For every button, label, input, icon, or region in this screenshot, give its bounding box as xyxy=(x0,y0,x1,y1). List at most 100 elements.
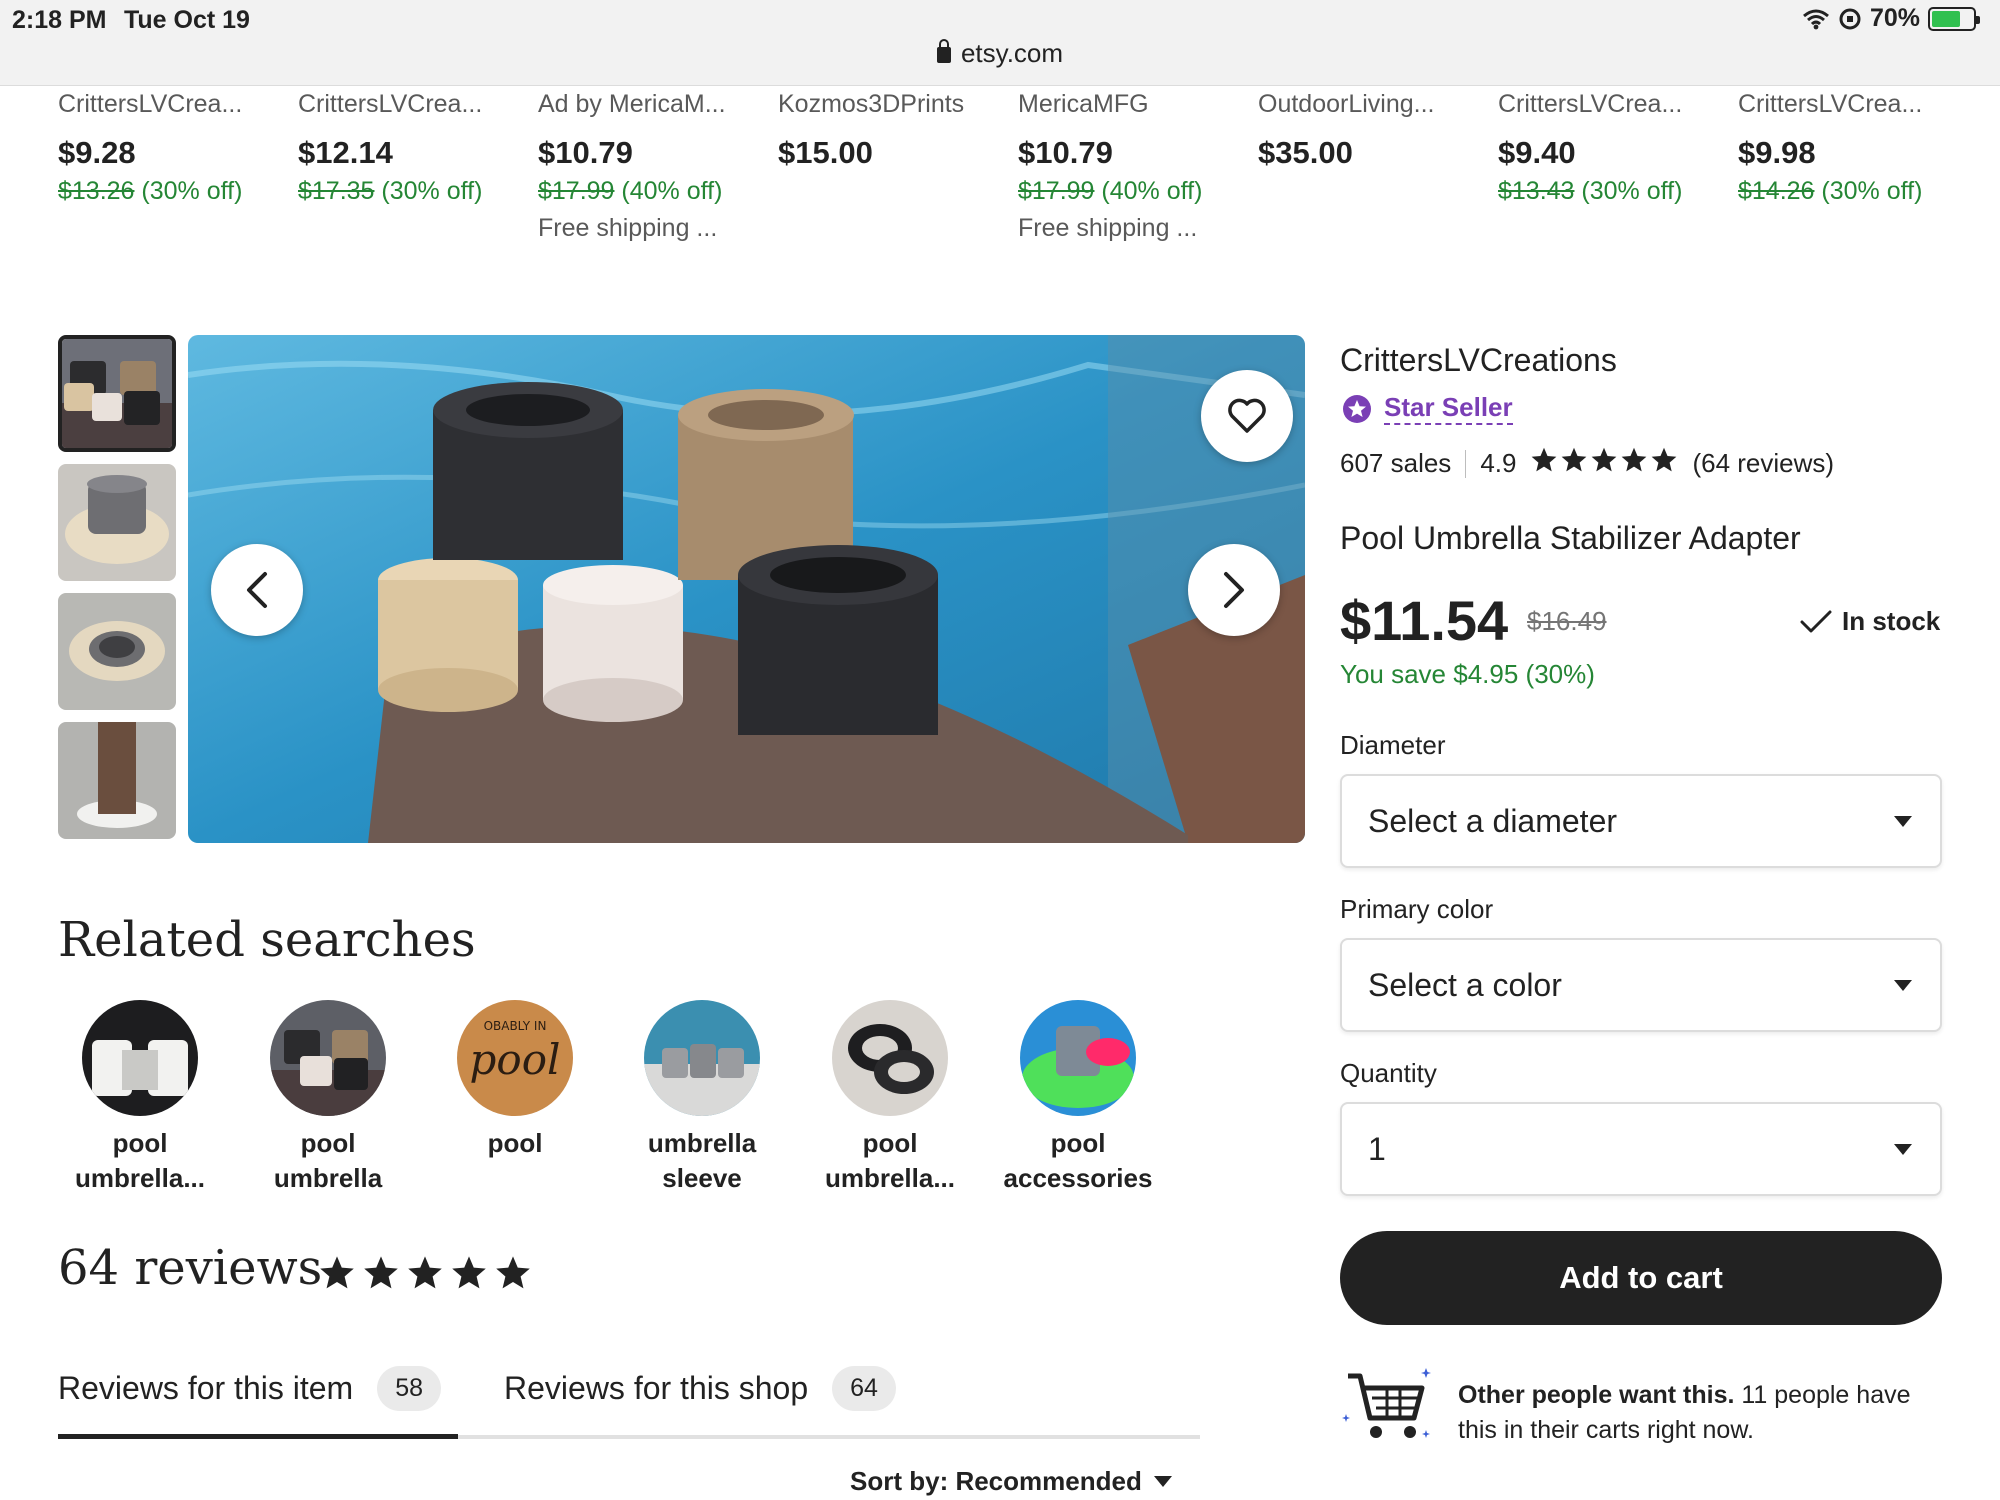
strip-discount: $17.99 (40% off) xyxy=(538,177,758,206)
review-count-link[interactable]: (64 reviews) xyxy=(1692,448,1834,479)
checkmark-icon xyxy=(1800,610,1832,632)
stock-label: In stock xyxy=(1842,606,1941,636)
chevron-left-icon xyxy=(247,572,267,608)
tab-reviews-item[interactable]: Reviews for this item 58 xyxy=(58,1366,441,1411)
related-search-label-line: pool xyxy=(487,1128,543,1158)
strip-discount: $13.26 (30% off) xyxy=(58,177,278,206)
strip-price: $10.79 xyxy=(538,135,633,170)
active-tab-indicator xyxy=(58,1434,458,1439)
strip-shop-name: CrittersLVCrea... xyxy=(58,90,243,118)
star-icon xyxy=(406,1254,444,1297)
star-icon xyxy=(362,1254,400,1297)
strip-percent-off: (40% off) xyxy=(1101,177,1203,205)
url-text: etsy.com xyxy=(960,38,1064,68)
strip-original-price: $13.43 xyxy=(1498,177,1575,205)
strip-price: $10.79 xyxy=(1018,135,1113,170)
strip-product-card[interactable]: Kozmos3DPrints $15.00 xyxy=(778,90,998,171)
related-search-item[interactable]: pool accessories xyxy=(993,1000,1163,1196)
strip-original-price: $13.26 xyxy=(58,177,135,205)
cart-demand-notice: Other people want this. 11 people have t… xyxy=(1458,1378,1918,1448)
related-search-label: pool umbrella... xyxy=(805,1126,975,1196)
related-search-label-line: sleeve xyxy=(662,1163,742,1193)
chevron-down-icon xyxy=(1894,1143,1912,1155)
related-search-label-line: pool xyxy=(300,1128,356,1158)
strip-price: $12.14 xyxy=(298,135,393,170)
sales-count: 607 sales xyxy=(1340,448,1452,478)
strip-shop-name: CrittersLVCrea... xyxy=(1498,90,1683,118)
quantity-select[interactable]: 1 xyxy=(1340,1102,1942,1196)
related-search-item[interactable]: umbrella sleeve xyxy=(617,1000,787,1196)
strip-product-card[interactable]: MericaMFG $10.79 $17.99 (40% off) Free ship… xyxy=(1018,90,1238,243)
lock-icon xyxy=(936,39,951,63)
related-search-label-line: accessories xyxy=(1003,1163,1153,1193)
shop-stats: 607 sales 4.9 (64 reviews) xyxy=(1340,446,1834,481)
chevron-down-icon xyxy=(1153,1476,1172,1487)
related-search-label-line: umbrella... xyxy=(74,1163,206,1193)
divider xyxy=(1465,449,1467,478)
svg-text:pool: pool xyxy=(470,1035,561,1084)
color-select[interactable]: Select a color xyxy=(1340,938,1942,1032)
chevron-down-icon xyxy=(1894,815,1912,827)
thumbnail-1[interactable] xyxy=(58,335,176,452)
tab-reviews-item-count: 58 xyxy=(377,1366,441,1411)
thumbnail-4[interactable] xyxy=(58,722,176,839)
strip-percent-off: (30% off) xyxy=(141,177,243,205)
battery-level xyxy=(1932,10,1960,27)
reviews-rating-stars xyxy=(318,1254,532,1297)
related-search-item[interactable]: pool OBABLY IN pool xyxy=(430,1000,600,1161)
status-indicators: 70% xyxy=(1802,4,1980,33)
orientation-lock-icon xyxy=(1839,8,1861,29)
strip-product-card[interactable]: CrittersLVCrea... $12.14 $17.35 (30% off) xyxy=(298,90,518,206)
strip-product-card[interactable]: CrittersLVCrea... $9.98 $14.26 (30% off) xyxy=(1738,90,1958,206)
star-seller-badge[interactable]: Star Seller xyxy=(1342,392,1513,425)
previous-image-button[interactable] xyxy=(211,544,303,636)
strip-original-price: $14.26 xyxy=(1738,177,1815,205)
related-search-label: umbrella sleeve xyxy=(617,1126,787,1196)
chevron-down-icon xyxy=(1894,979,1912,991)
next-image-button[interactable] xyxy=(1188,544,1280,636)
strip-product-card[interactable]: CrittersLVCrea... $9.28 $13.26 (30% off) xyxy=(58,90,278,206)
star-icon xyxy=(1560,446,1588,481)
add-to-cart-button[interactable]: Add to cart xyxy=(1340,1231,1942,1325)
related-search-label: pool accessories xyxy=(993,1126,1163,1196)
wifi-icon xyxy=(1802,9,1829,29)
star-icon xyxy=(1650,446,1678,481)
reviews-heading: 64 reviews xyxy=(58,1240,323,1296)
heart-icon xyxy=(1228,398,1266,433)
strip-discount: $14.26 (30% off) xyxy=(1738,177,1958,206)
related-search-label: pool xyxy=(430,1126,600,1161)
thumbnail-3[interactable] xyxy=(58,593,176,710)
strip-discount: $13.43 (30% off) xyxy=(1498,177,1718,206)
strip-price: $15.00 xyxy=(778,135,873,170)
address-bar[interactable]: etsy.com xyxy=(0,38,2000,69)
related-search-image: pool OBABLY IN xyxy=(457,1000,573,1116)
battery-icon xyxy=(1928,6,1980,31)
tab-reviews-shop-count: 64 xyxy=(832,1366,896,1411)
favorite-button[interactable] xyxy=(1201,370,1293,462)
svg-text:OBABLY IN: OBABLY IN xyxy=(484,1019,547,1033)
related-search-image xyxy=(832,1000,948,1116)
main-product-image[interactable] xyxy=(188,335,1305,843)
strip-product-card[interactable]: Ad by MericaM... $10.79 $17.99 (40% off) Fr… xyxy=(538,90,758,243)
stock-status: In stock xyxy=(1800,606,1940,637)
quantity-value: 1 xyxy=(1368,1130,1386,1167)
strip-product-card[interactable]: CrittersLVCrea... $9.40 $13.43 (30% off) xyxy=(1498,90,1718,206)
diameter-select[interactable]: Select a diameter xyxy=(1340,774,1942,868)
sort-dropdown[interactable]: Sort by: Recommended xyxy=(850,1466,1172,1497)
strip-shop-name: CrittersLVCrea... xyxy=(1738,90,1923,118)
tab-reviews-shop[interactable]: Reviews for this shop 64 xyxy=(504,1366,896,1411)
star-seller-label: Star Seller xyxy=(1384,392,1513,425)
strip-percent-off: (30% off) xyxy=(1581,177,1683,205)
related-search-item[interactable]: pool umbrella... xyxy=(55,1000,225,1196)
related-search-item[interactable]: pool umbrella xyxy=(243,1000,413,1196)
strip-product-card[interactable]: OutdoorLiving... $35.00 xyxy=(1258,90,1478,171)
strip-original-price: $17.99 xyxy=(538,177,615,205)
strip-price: $9.28 xyxy=(58,135,136,170)
chevron-right-icon xyxy=(1224,572,1244,608)
shop-name-link[interactable]: CrittersLVCreations xyxy=(1340,342,1617,379)
product-title: Pool Umbrella Stabilizer Adapter xyxy=(1340,520,1801,556)
related-search-item[interactable]: pool umbrella... xyxy=(805,1000,975,1196)
strip-shop-name: OutdoorLiving... xyxy=(1258,90,1435,118)
thumbnail-2[interactable] xyxy=(58,464,176,581)
tab-reviews-item-label: Reviews for this item xyxy=(58,1370,354,1406)
